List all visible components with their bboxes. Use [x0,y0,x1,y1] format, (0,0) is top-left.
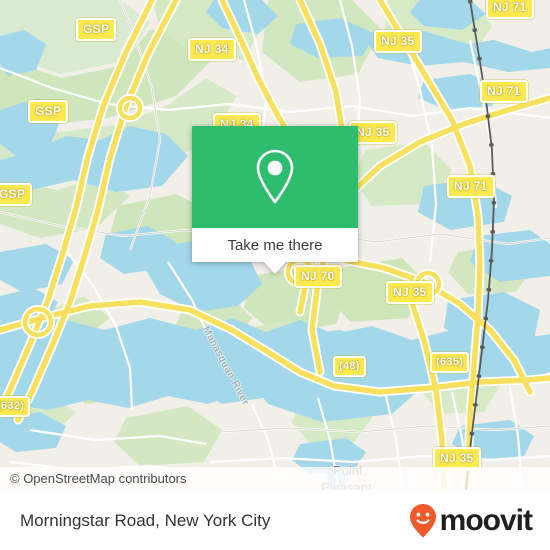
road-shield[interactable]: NJ 34 [188,38,236,61]
popup-image-area [192,126,358,228]
road-shield[interactable]: NJ 71 [447,175,495,198]
road-shield[interactable]: NJ 35 [374,30,422,53]
location-popup[interactable]: Take me there [192,126,358,274]
road-shield[interactable]: NJ 71 [480,80,528,103]
road-shield[interactable]: NJ 70 [294,265,342,288]
road-shield[interactable]: GSP [76,18,117,41]
moovit-wordmark: moovit [439,503,533,537]
road-shield[interactable]: NJ 35 [386,281,434,304]
moovit-smiley-pin-icon [409,503,436,537]
road-shield[interactable]: NJ 71 [486,0,534,19]
take-me-there-button[interactable]: Take me there [192,228,358,262]
road-shield[interactable]: (635) [430,352,470,373]
map-pin-icon [256,149,294,204]
take-me-there-label: Take me there [227,236,323,254]
map-screenshot: GSP GSP GSP NJ 34 NJ 34 NJ 35 NJ 35 NJ 7… [0,0,550,550]
road-shield[interactable]: GSP [0,183,33,206]
road-shield[interactable]: (48) [333,356,366,377]
footer-bar: Morningstar Road, New York City moovit [0,490,550,550]
road-shield[interactable]: GSP [28,100,69,123]
location-title: Morningstar Road, New York City [20,510,271,530]
moovit-logo[interactable]: moovit [408,503,533,539]
road-shield[interactable]: (632) [0,396,31,417]
popup-pointer-tail [264,262,286,274]
osm-attribution-text: © OpenStreetMap contributors [10,471,187,486]
osm-attribution[interactable]: © OpenStreetMap contributors [0,467,550,490]
